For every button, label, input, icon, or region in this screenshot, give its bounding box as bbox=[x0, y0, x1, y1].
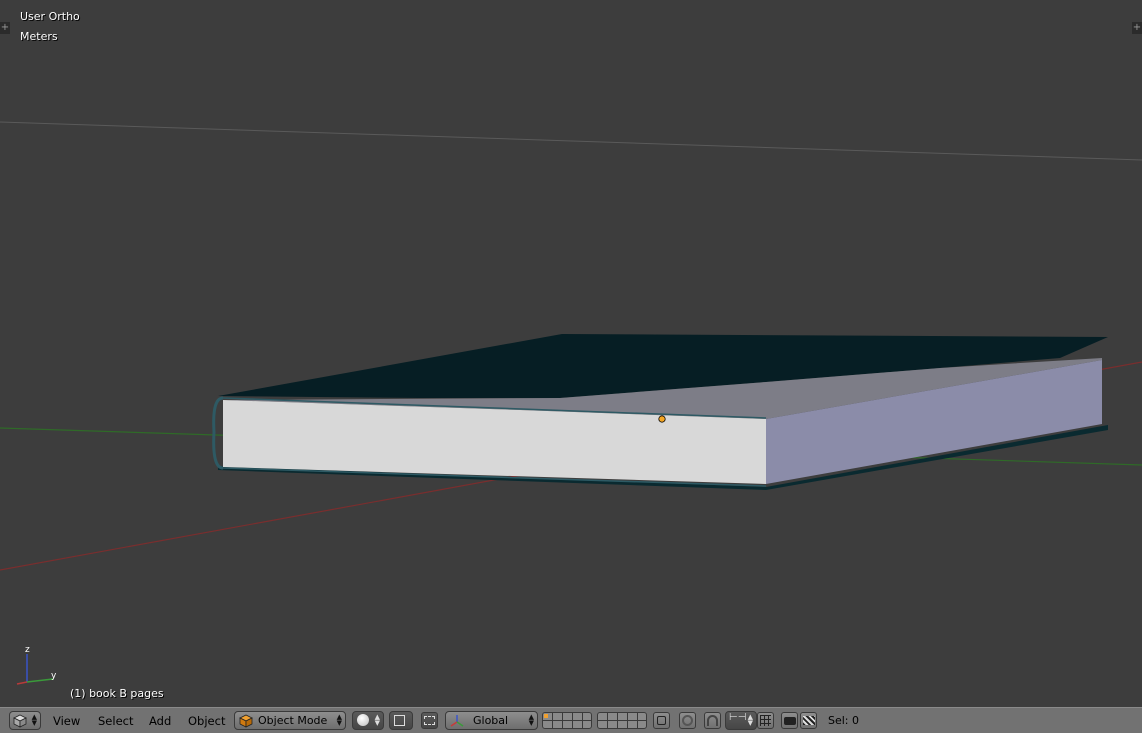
viewport-toolshelf-toggle[interactable]: + bbox=[0, 22, 10, 34]
pivot-icon bbox=[394, 715, 405, 726]
snap-element-selector[interactable]: ⊢⊣ ▲ ▼ bbox=[725, 711, 757, 730]
proportional-circle-icon bbox=[682, 715, 693, 726]
transform-axes-icon bbox=[450, 715, 464, 727]
lock-icon bbox=[657, 716, 666, 725]
selection-info: Sel: 0 bbox=[828, 714, 860, 727]
viewport-shading-selector[interactable]: ▲ ▼ bbox=[352, 711, 384, 730]
orientation-label: Global bbox=[473, 714, 509, 727]
book-spine bbox=[212, 396, 224, 470]
menu-add[interactable]: Add bbox=[149, 714, 171, 728]
opengl-render-animation-button[interactable] bbox=[800, 712, 817, 729]
updown-arrows-icon: ▲ ▼ bbox=[374, 713, 380, 727]
object-origin-dot bbox=[658, 415, 666, 423]
menu-object[interactable]: Object bbox=[188, 714, 225, 728]
gizmo-y-label: y bbox=[51, 671, 57, 681]
mode-label: Object Mode bbox=[258, 714, 328, 727]
gizmo-z-label: z bbox=[25, 645, 30, 655]
clapperboard-icon bbox=[803, 716, 815, 725]
3d-viewport[interactable]: z y + + User Ortho Meters (1) book B pag… bbox=[0, 0, 1142, 707]
solid-shading-icon bbox=[357, 714, 369, 726]
magnet-icon bbox=[707, 715, 718, 726]
snap-grid-button[interactable] bbox=[757, 712, 774, 729]
scene-layers-group-2[interactable] bbox=[597, 712, 647, 729]
lock-layers-button[interactable] bbox=[653, 712, 670, 729]
manipulator-icon bbox=[424, 716, 435, 725]
object-mode-icon bbox=[239, 714, 253, 728]
book-object[interactable] bbox=[212, 334, 1108, 490]
menu-view[interactable]: View bbox=[53, 714, 80, 728]
proportional-editing-button[interactable] bbox=[679, 712, 696, 729]
3d-view-header: ▲ ▼ View Select Add Object Object Mode ▲ ▼… bbox=[0, 707, 1142, 733]
updown-arrows-icon: ▲ ▼ bbox=[747, 713, 753, 727]
active-layer-marker-icon bbox=[544, 714, 548, 718]
grid-snap-icon bbox=[760, 715, 771, 726]
editor-type-selector[interactable]: ▲ ▼ bbox=[9, 711, 41, 730]
manipulator-toggle-button[interactable] bbox=[421, 712, 438, 729]
snap-increment-icon: ⊢⊣ bbox=[729, 712, 747, 723]
cube-icon bbox=[13, 714, 27, 728]
pivot-point-selector[interactable] bbox=[389, 711, 413, 730]
mode-selector[interactable]: Object Mode ▲ ▼ bbox=[234, 711, 346, 730]
viewport-scene[interactable]: z y bbox=[0, 0, 1142, 707]
updown-arrows-icon: ▲ ▼ bbox=[528, 713, 534, 727]
camera-icon bbox=[784, 717, 796, 725]
menu-select[interactable]: Select bbox=[98, 714, 133, 728]
axis-gizmo bbox=[16, 654, 54, 685]
viewport-properties-toggle[interactable]: + bbox=[1132, 22, 1142, 34]
updown-arrows-icon: ▲ ▼ bbox=[31, 713, 37, 727]
snap-toggle-button[interactable] bbox=[704, 712, 721, 729]
opengl-render-button[interactable] bbox=[781, 712, 798, 729]
units-label: Meters bbox=[20, 30, 58, 43]
active-object-label: (1) book B pages bbox=[70, 687, 164, 700]
grid-horizon-line bbox=[0, 121, 1142, 161]
transform-orientation-selector[interactable]: Global ▲ ▼ bbox=[445, 711, 538, 730]
view-name-label: User Ortho bbox=[20, 10, 80, 23]
scene-layers-group-1[interactable] bbox=[542, 712, 592, 729]
updown-arrows-icon: ▲ ▼ bbox=[336, 713, 342, 727]
